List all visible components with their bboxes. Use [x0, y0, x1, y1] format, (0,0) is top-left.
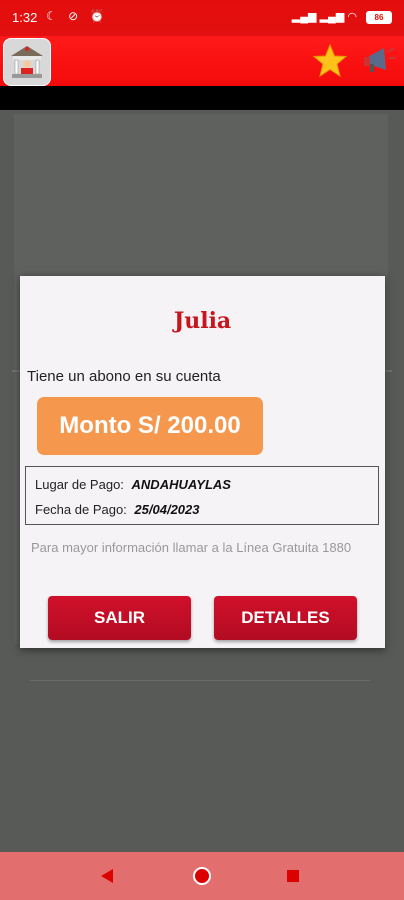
payment-date-label: Fecha de Pago:: [35, 502, 127, 517]
dialog-message: Tiene un abono en su cuenta: [27, 368, 221, 385]
app-bar: [0, 36, 404, 86]
payment-dialog: Julia Tiene un abono en su cuenta Monto …: [20, 276, 385, 648]
payment-date-row: Fecha de Pago: 25/04/2023: [35, 502, 200, 517]
exit-button[interactable]: SALIR: [48, 596, 191, 640]
battery-level: 86: [374, 12, 384, 22]
amount-badge: Monto S/ 200.00: [37, 397, 263, 455]
status-notification-icons: ☾ ⊘ ⏰: [46, 9, 109, 23]
info-note: Para mayor información llamar a la Línea…: [31, 540, 352, 555]
megaphone-icon[interactable]: [360, 42, 398, 85]
divider: [30, 680, 370, 681]
dialog-title: Julia: [173, 308, 232, 334]
status-time: 1:32: [12, 10, 38, 25]
payment-place-label: Lugar de Pago:: [35, 477, 124, 492]
home-icon[interactable]: [192, 866, 212, 891]
toolbar-strip: [0, 86, 404, 110]
battery-icon: 86: [366, 10, 392, 24]
recents-icon[interactable]: [287, 870, 299, 882]
navigation-bar: [0, 852, 404, 900]
star-icon[interactable]: [312, 43, 348, 83]
payment-date-value: 25/04/2023: [134, 502, 200, 517]
details-button[interactable]: DETALLES: [214, 596, 357, 640]
back-icon[interactable]: [100, 868, 114, 889]
payment-place-row: Lugar de Pago: ANDAHUAYLAS: [35, 477, 231, 492]
status-right-icons: ▂▄▆ ▂▄▆ ◠ 86: [292, 10, 392, 24]
payment-place-value: ANDAHUAYLAS: [131, 477, 231, 492]
status-bar: 1:32 ☾ ⊘ ⏰ ▂▄▆ ▂▄▆ ◠ 86: [0, 0, 404, 36]
payment-info-box: Lugar de Pago: ANDAHUAYLAS Fecha de Pago…: [25, 466, 379, 525]
bank-building-icon[interactable]: [3, 38, 51, 86]
